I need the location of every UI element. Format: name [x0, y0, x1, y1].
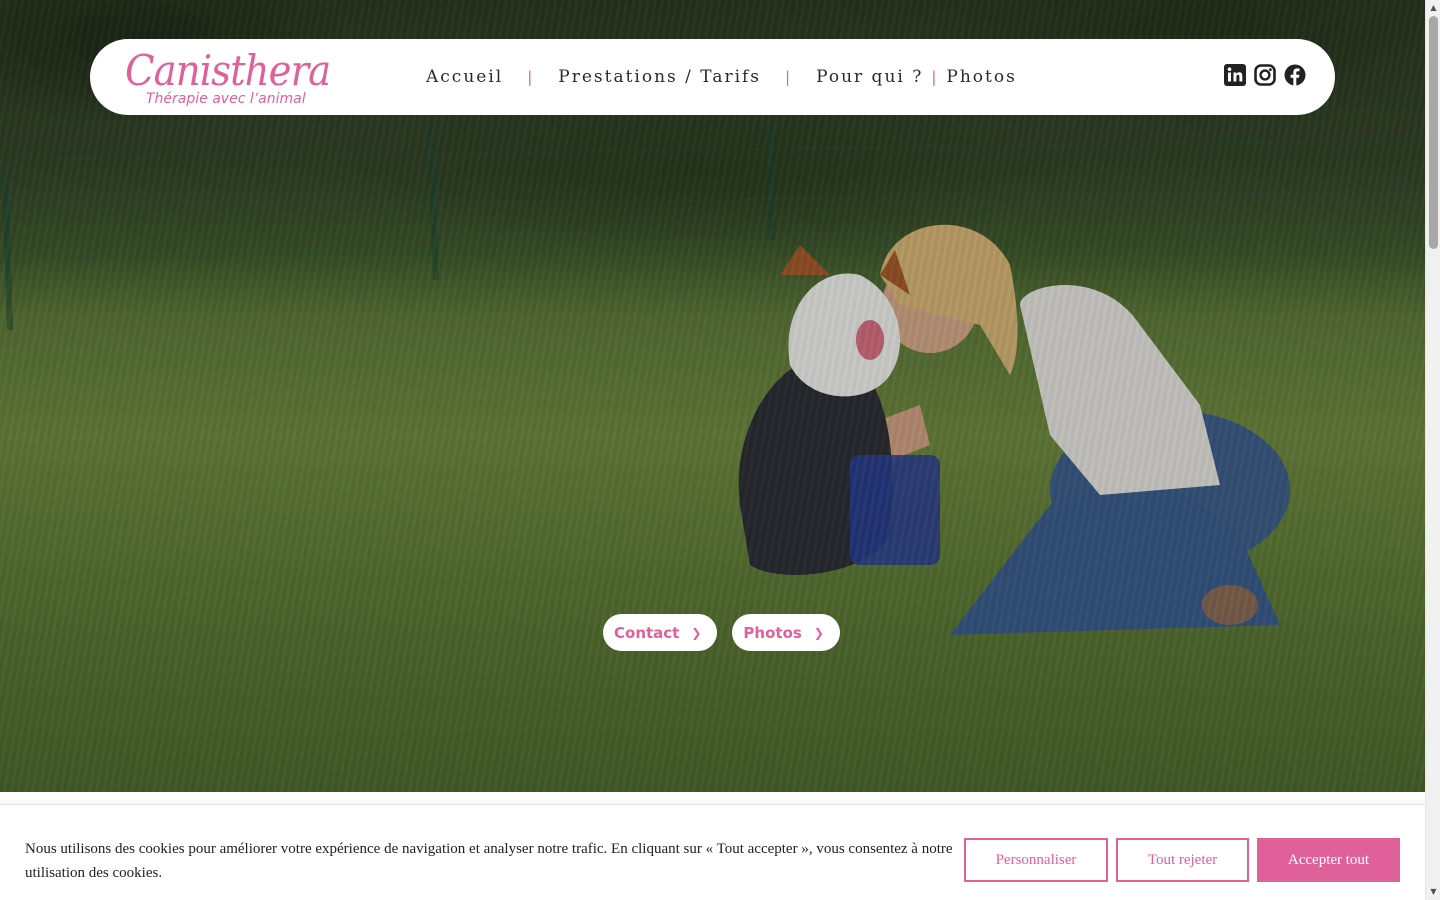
hero-overlay	[0, 0, 1425, 792]
accept-all-button[interactable]: Accepter tout	[1257, 838, 1400, 882]
scrollbar-thumb[interactable]	[1429, 16, 1438, 249]
reject-all-button[interactable]: Tout rejeter	[1116, 838, 1249, 882]
nav-separator: |	[931, 68, 939, 86]
nav-item-photos[interactable]: Photos	[946, 67, 1016, 87]
hero-photo-subject	[738, 224, 1290, 635]
linkedin-icon[interactable]	[1224, 64, 1246, 86]
nav-item-prestations-tarifs[interactable]: Prestations / Tarifs	[558, 67, 761, 87]
logo-tagline: Thérapie avec l’animal	[146, 91, 306, 107]
facebook-icon[interactable]	[1284, 64, 1306, 86]
chevron-right-icon: ❯	[813, 625, 824, 640]
cookie-message: Nous utilisons des cookies pour améliore…	[25, 841, 953, 881]
nav-separator: |	[785, 68, 793, 86]
scroll-up-icon[interactable]: ▲	[1426, 1, 1440, 15]
nav-separator: |	[527, 68, 535, 86]
customize-cookies-button[interactable]: Personnaliser	[964, 838, 1108, 882]
page-scrollbar[interactable]: ▲ ▼	[1425, 0, 1440, 900]
instagram-icon[interactable]	[1254, 64, 1276, 86]
scroll-down-icon[interactable]: ▼	[1426, 885, 1440, 899]
hero-section	[0, 0, 1425, 792]
site-logo[interactable]: Canisthera Thérapie avec l’animal	[125, 45, 331, 111]
cookie-banner: Nous utilisons des cookies pour améliore…	[0, 804, 1425, 900]
chevron-right-icon: ❯	[691, 625, 702, 640]
hero-buttons: Contact ❯ Photos ❯	[603, 614, 840, 651]
site-header: Canisthera Thérapie avec l’animal Accuei…	[90, 39, 1335, 115]
contact-button[interactable]: Contact ❯	[603, 614, 718, 651]
photos-button[interactable]: Photos ❯	[732, 614, 840, 651]
nav-item-pour-qui[interactable]: Pour qui ?	[816, 67, 923, 87]
photos-button-label: Photos	[743, 623, 802, 642]
nav-item-accueil[interactable]: Accueil	[426, 67, 503, 87]
social-links	[1224, 64, 1306, 86]
contact-button-label: Contact	[614, 623, 680, 642]
hero-fence	[0, 120, 1425, 330]
main-nav: Accueil | Prestations / Tarifs | Pour qu…	[426, 39, 1017, 115]
